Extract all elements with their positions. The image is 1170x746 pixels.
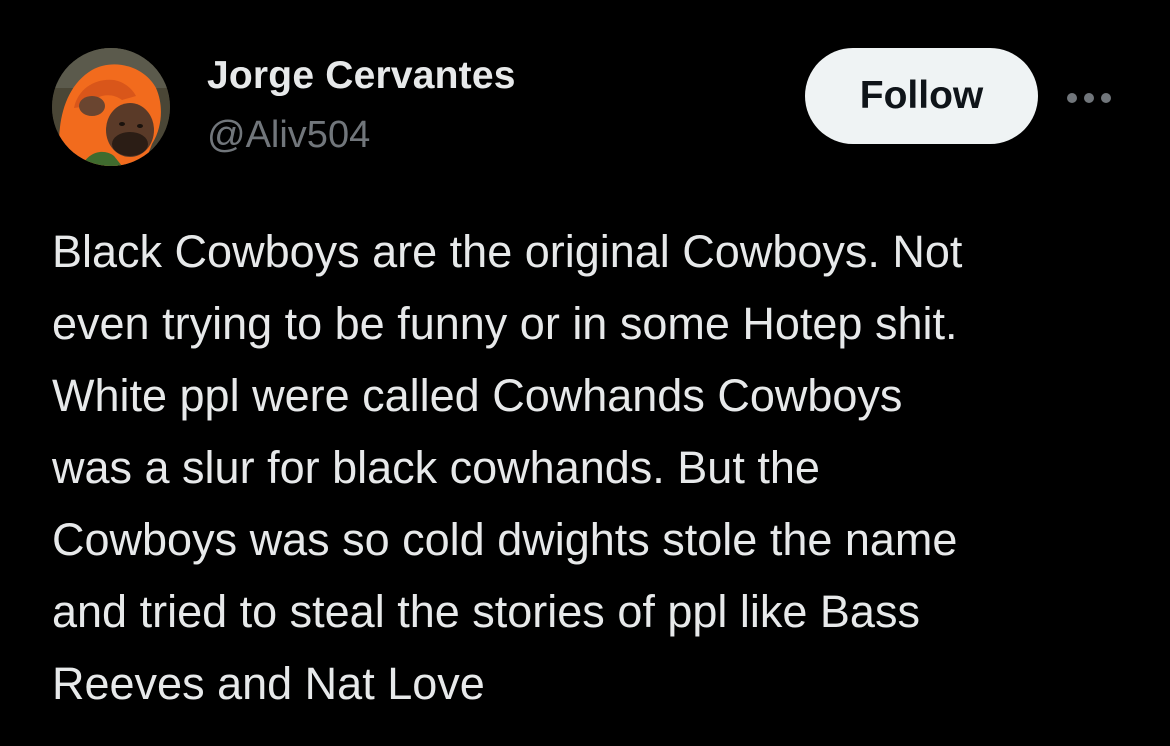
avatar[interactable] bbox=[52, 48, 170, 166]
follow-button[interactable]: Follow bbox=[805, 48, 1038, 144]
tweet-text-line: even trying to be funny or in some Hotep… bbox=[52, 298, 958, 349]
tweet-text-line: White ppl were called Cowhands Cowboys bbox=[52, 370, 903, 421]
user-handle[interactable]: @Aliv504 bbox=[207, 114, 370, 157]
tweet-card: Jorge Cervantes @Aliv504 Follow Black Co… bbox=[0, 0, 1170, 746]
tweet-text-line: Black Cowboys are the original Cowboys. … bbox=[52, 226, 963, 277]
more-options-button[interactable] bbox=[1062, 80, 1116, 116]
display-name[interactable]: Jorge Cervantes bbox=[207, 54, 516, 98]
tweet-text-line: Cowboys was so cold dwights stole the na… bbox=[52, 514, 958, 565]
tweet-text-line: Reeves and Nat Love bbox=[52, 658, 485, 709]
follow-button-label: Follow bbox=[859, 74, 984, 117]
tweet-text: Black Cowboys are the original Cowboys. … bbox=[52, 216, 1132, 720]
tweet-text-line: and tried to steal the stories of ppl li… bbox=[52, 586, 920, 637]
profile-photo-icon bbox=[52, 48, 170, 166]
tweet-text-line: was a slur for black cowhands. But the bbox=[52, 442, 820, 493]
more-horizontal-icon bbox=[1067, 93, 1111, 103]
